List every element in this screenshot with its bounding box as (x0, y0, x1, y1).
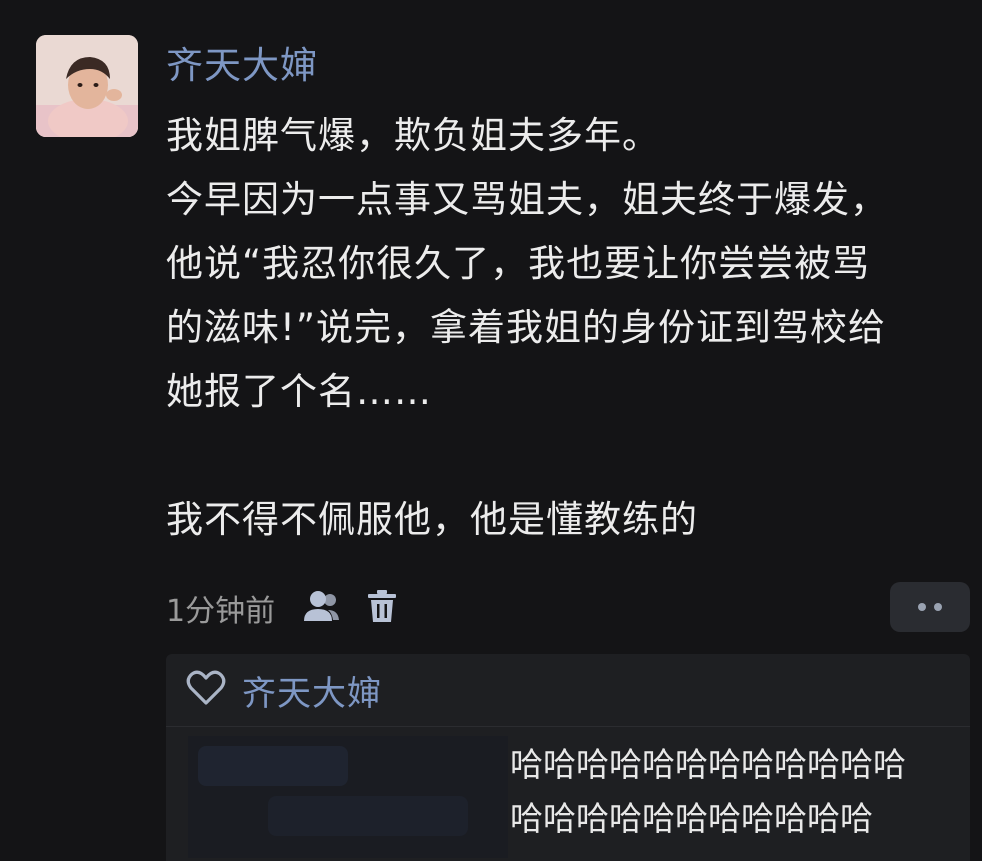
comment-body: 我姐脾气爆，欺负姐夫多年。 今早因为一点事又骂姐夫，姐夫终于爆发， 他说“我忍你… (166, 104, 966, 552)
comment-line: 她报了个名…… (166, 370, 432, 413)
trash-icon[interactable] (367, 588, 397, 628)
comment-line: 的滋味!”说完，拿着我姐的身份证到驾校给 (166, 306, 886, 349)
reply-text: 哈哈哈哈哈哈哈哈哈哈哈哈 哈哈哈哈哈哈哈哈哈哈哈 (510, 738, 970, 846)
author-name[interactable]: 齐天大婶 (166, 42, 318, 90)
reply-panel: 齐天大婶 哈哈哈哈哈哈哈哈哈哈哈哈 哈哈哈哈哈哈哈哈哈哈哈 (166, 654, 970, 861)
comment-line: 今早因为一点事又骂姐夫，姐夫终于爆发， (166, 178, 888, 221)
avatar[interactable] (36, 35, 138, 137)
timestamp: 1分钟前 (166, 594, 276, 629)
likes-row: 齐天大婶 (186, 666, 382, 715)
heart-outline-icon[interactable] (186, 670, 226, 710)
person-icon[interactable] (301, 588, 341, 628)
more-button[interactable] (890, 582, 970, 632)
reply-line: 哈哈哈哈哈哈哈哈哈哈哈哈 (510, 745, 906, 784)
divider (166, 726, 970, 727)
comment-closing-line: 我不得不佩服他，他是懂教练的 (166, 498, 698, 541)
comment-line: 他说“我忍你很久了，我也要让你尝尝被骂 (166, 242, 871, 285)
comment-meta: 1分钟前 (166, 586, 397, 630)
blurred-content (188, 736, 508, 858)
reply-line: 哈哈哈哈哈哈哈哈哈哈哈 (510, 799, 873, 838)
more-dots-icon (914, 603, 946, 611)
comment-line: 我姐脾气爆，欺负姐夫多年。 (166, 114, 660, 157)
liked-by-name[interactable]: 齐天大婶 (242, 666, 382, 715)
